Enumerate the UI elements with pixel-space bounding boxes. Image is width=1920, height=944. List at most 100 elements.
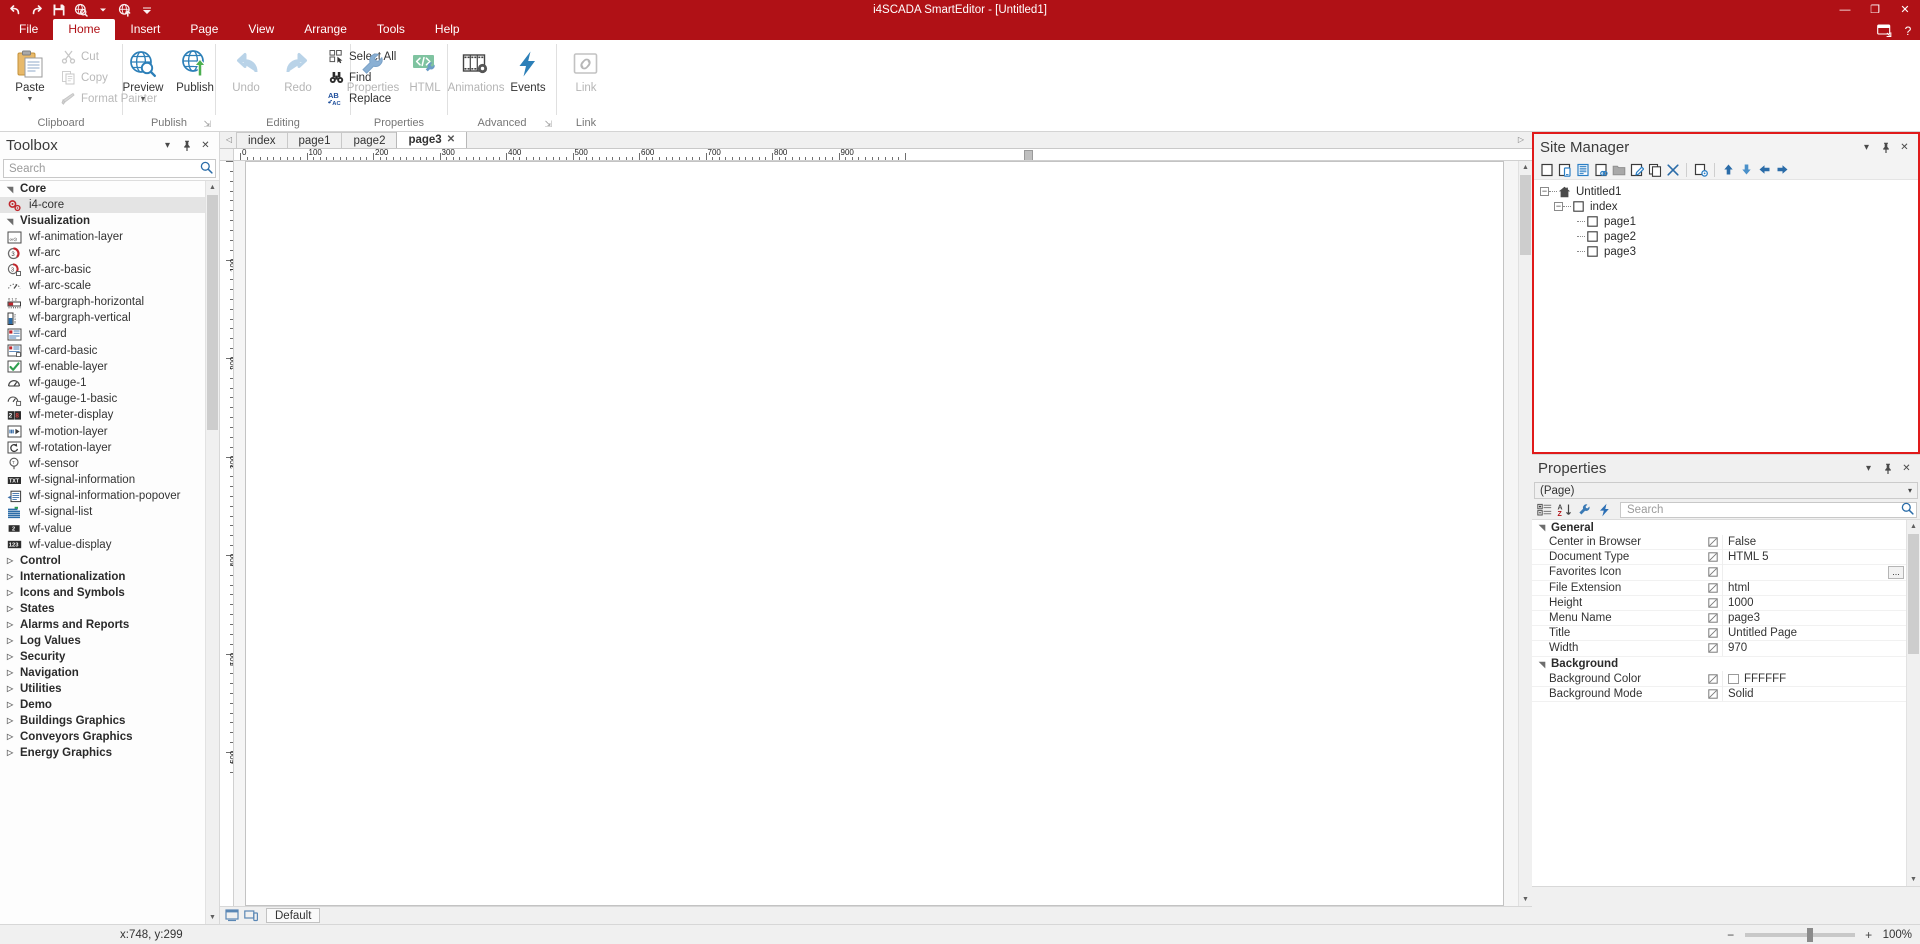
toolbox-category-icons-and-symbols[interactable]: ▷Icons and Symbols	[0, 585, 219, 601]
property-value-cell[interactable]: 970	[1722, 641, 1906, 656]
undo-icon[interactable]	[7, 2, 22, 17]
properties-search-input[interactable]	[1627, 504, 1901, 516]
page-settings-icon[interactable]	[1692, 161, 1709, 178]
ribbon-tab-file[interactable]: File	[4, 19, 53, 40]
properties-close-icon[interactable]: ✕	[1900, 462, 1913, 475]
toolbox-scrollbar[interactable]: ▲ ▼	[205, 181, 219, 924]
search-icon[interactable]	[1901, 502, 1914, 518]
property-row[interactable]: Center in BrowserFalse	[1532, 535, 1906, 550]
canvas-vertical-scrollbar[interactable]: ▲ ▼	[1518, 161, 1532, 906]
expander-icon[interactable]: ▷	[7, 652, 15, 661]
qat-preview-caret-icon[interactable]	[95, 2, 110, 17]
toolbox-scroll-up-icon[interactable]: ▲	[206, 181, 219, 194]
toolbox-category-utilities[interactable]: ▷Utilities	[0, 681, 219, 697]
advanced-dialog-launcher-icon[interactable]: ⇲	[544, 119, 552, 130]
toolbox-item-wf-enable-layer[interactable]: wf-enable-layer	[0, 359, 219, 375]
property-value-cell[interactable]: html	[1722, 580, 1906, 595]
toolbox-category-internationalization[interactable]: ▷Internationalization	[0, 569, 219, 585]
ribbon-display-options-icon[interactable]	[1872, 24, 1896, 37]
expander-icon[interactable]: ▷	[7, 684, 15, 693]
toolbox-item-wf-signal-list[interactable]: wf-signal-list	[0, 504, 219, 520]
toolbox-item-wf-motion-layer[interactable]: wf-motion-layer	[0, 423, 219, 439]
toolbox-category-buildings-graphics[interactable]: ▷Buildings Graphics	[0, 713, 219, 729]
toolbox-category-control[interactable]: ▷Control	[0, 553, 219, 569]
maximize-button[interactable]: ❐	[1860, 0, 1890, 19]
properties-scroll-up-icon[interactable]: ▲	[1907, 520, 1920, 533]
ribbon-tab-arrange[interactable]: Arrange	[289, 19, 362, 40]
properties-view-icon[interactable]	[1575, 501, 1593, 518]
new-linked-page-icon[interactable]	[1592, 161, 1609, 178]
property-binding-icon[interactable]	[1704, 643, 1722, 653]
toolbox-item-wf-gauge-1[interactable]: wf-gauge-1	[0, 375, 219, 391]
expander-icon[interactable]: ▷	[7, 732, 15, 741]
toolbox-item-wf-bargraph-vertical[interactable]: 210wf-bargraph-vertical	[0, 310, 219, 326]
property-row[interactable]: Menu Namepage3	[1532, 611, 1906, 626]
toolbox-scroll-thumb[interactable]	[207, 195, 218, 430]
toolbox-category-energy-graphics[interactable]: ▷Energy Graphics	[0, 745, 219, 761]
properties-chevron-down-icon[interactable]: ▾	[1862, 462, 1875, 475]
ribbon-tab-home[interactable]: Home	[53, 19, 115, 40]
properties-search-box[interactable]	[1620, 502, 1917, 518]
tree-node-page1[interactable]: page1	[1540, 214, 1918, 229]
customize-qat-icon[interactable]	[139, 2, 154, 17]
canvas-scroll-thumb[interactable]	[1520, 175, 1531, 255]
preview-icon[interactable]	[73, 2, 88, 17]
properties-scrollbar[interactable]: ▲ ▼	[1906, 520, 1920, 886]
zoom-slider-thumb[interactable]	[1807, 928, 1813, 942]
publish-button[interactable]: Publish	[169, 45, 221, 97]
property-binding-icon[interactable]	[1704, 598, 1722, 608]
ribbon-tab-tools[interactable]: Tools	[362, 19, 420, 40]
responsive-view-icon[interactable]	[243, 908, 259, 923]
ribbon-tab-view[interactable]: View	[233, 19, 289, 40]
property-value-cell[interactable]: False	[1722, 535, 1906, 550]
state-default-chip[interactable]: Default	[266, 908, 320, 923]
tab-overflow-icon[interactable]: ▷	[1514, 131, 1528, 148]
events-view-icon[interactable]	[1595, 501, 1613, 518]
toolbox-category-states[interactable]: ▷States	[0, 601, 219, 617]
toolbox-category-conveyors-graphics[interactable]: ▷Conveyors Graphics	[0, 729, 219, 745]
paste-button[interactable]: Paste ▼	[4, 45, 56, 105]
property-value-cell[interactable]: Untitled Page	[1722, 626, 1906, 641]
site-manager-pin-icon[interactable]	[1879, 141, 1892, 154]
toolbox-item-wf-gauge-1-basic[interactable]: wf-gauge-1-basic	[0, 391, 219, 407]
toolbox-item-wf-signal-information-popover[interactable]: wf-signal-information-popover	[0, 488, 219, 504]
expander-icon[interactable]: ▷	[7, 620, 15, 629]
expander-icon[interactable]: ▷	[7, 636, 15, 645]
move-right-icon[interactable]	[1774, 161, 1791, 178]
categorized-view-icon[interactable]	[1535, 501, 1553, 518]
document-tab-index[interactable]: index	[236, 132, 288, 148]
tree-node-index[interactable]: −index	[1540, 199, 1918, 214]
delete-page-icon[interactable]	[1664, 161, 1681, 178]
document-tab-close-icon[interactable]: ✕	[447, 132, 455, 148]
property-value-cell[interactable]: page3	[1722, 611, 1906, 626]
toolbox-item-wf-value[interactable]: 2wf-value	[0, 521, 219, 537]
tree-expander-icon[interactable]: −	[1554, 202, 1563, 211]
toolbox-item-wf-animation-layer[interactable]: ∞⊙wf-animation-layer	[0, 229, 219, 245]
toolbox-close-icon[interactable]: ✕	[199, 139, 212, 152]
property-row[interactable]: Background ModeSolid	[1532, 687, 1906, 702]
property-binding-icon[interactable]	[1704, 552, 1722, 562]
zoom-slider[interactable]	[1745, 933, 1855, 937]
chevron-down-icon[interactable]: ▾	[1908, 486, 1915, 495]
expander-icon[interactable]: ▷	[7, 572, 15, 581]
toolbox-item-wf-arc-scale[interactable]: wf-arc-scale	[0, 278, 219, 294]
zoom-in-button[interactable]: +	[1863, 928, 1875, 942]
expander-icon[interactable]: ◥	[7, 185, 15, 194]
new-folder-icon[interactable]	[1610, 161, 1627, 178]
toolbox-category-security[interactable]: ▷Security	[0, 649, 219, 665]
ribbon-tab-help[interactable]: Help	[420, 19, 475, 40]
toolbox-category-visualization[interactable]: ◥Visualization	[0, 213, 219, 229]
property-binding-icon[interactable]	[1704, 583, 1722, 593]
site-manager-chevron-down-icon[interactable]: ▾	[1860, 141, 1873, 154]
expander-icon[interactable]: ◥	[1539, 660, 1547, 669]
toolbox-category-navigation[interactable]: ▷Navigation	[0, 665, 219, 681]
toolbox-scroll-down-icon[interactable]: ▼	[206, 911, 219, 924]
site-manager-close-icon[interactable]: ✕	[1898, 141, 1911, 154]
copy-page-icon[interactable]	[1646, 161, 1663, 178]
properties-category-background[interactable]: ◥Background	[1532, 657, 1906, 672]
properties-scroll-thumb[interactable]	[1908, 534, 1919, 654]
ribbon-tab-page[interactable]: Page	[175, 19, 233, 40]
toolbox-chevron-down-icon[interactable]: ▾	[161, 139, 174, 152]
alphabetical-sort-icon[interactable]: AZ	[1555, 501, 1573, 518]
publish-icon[interactable]	[117, 2, 132, 17]
